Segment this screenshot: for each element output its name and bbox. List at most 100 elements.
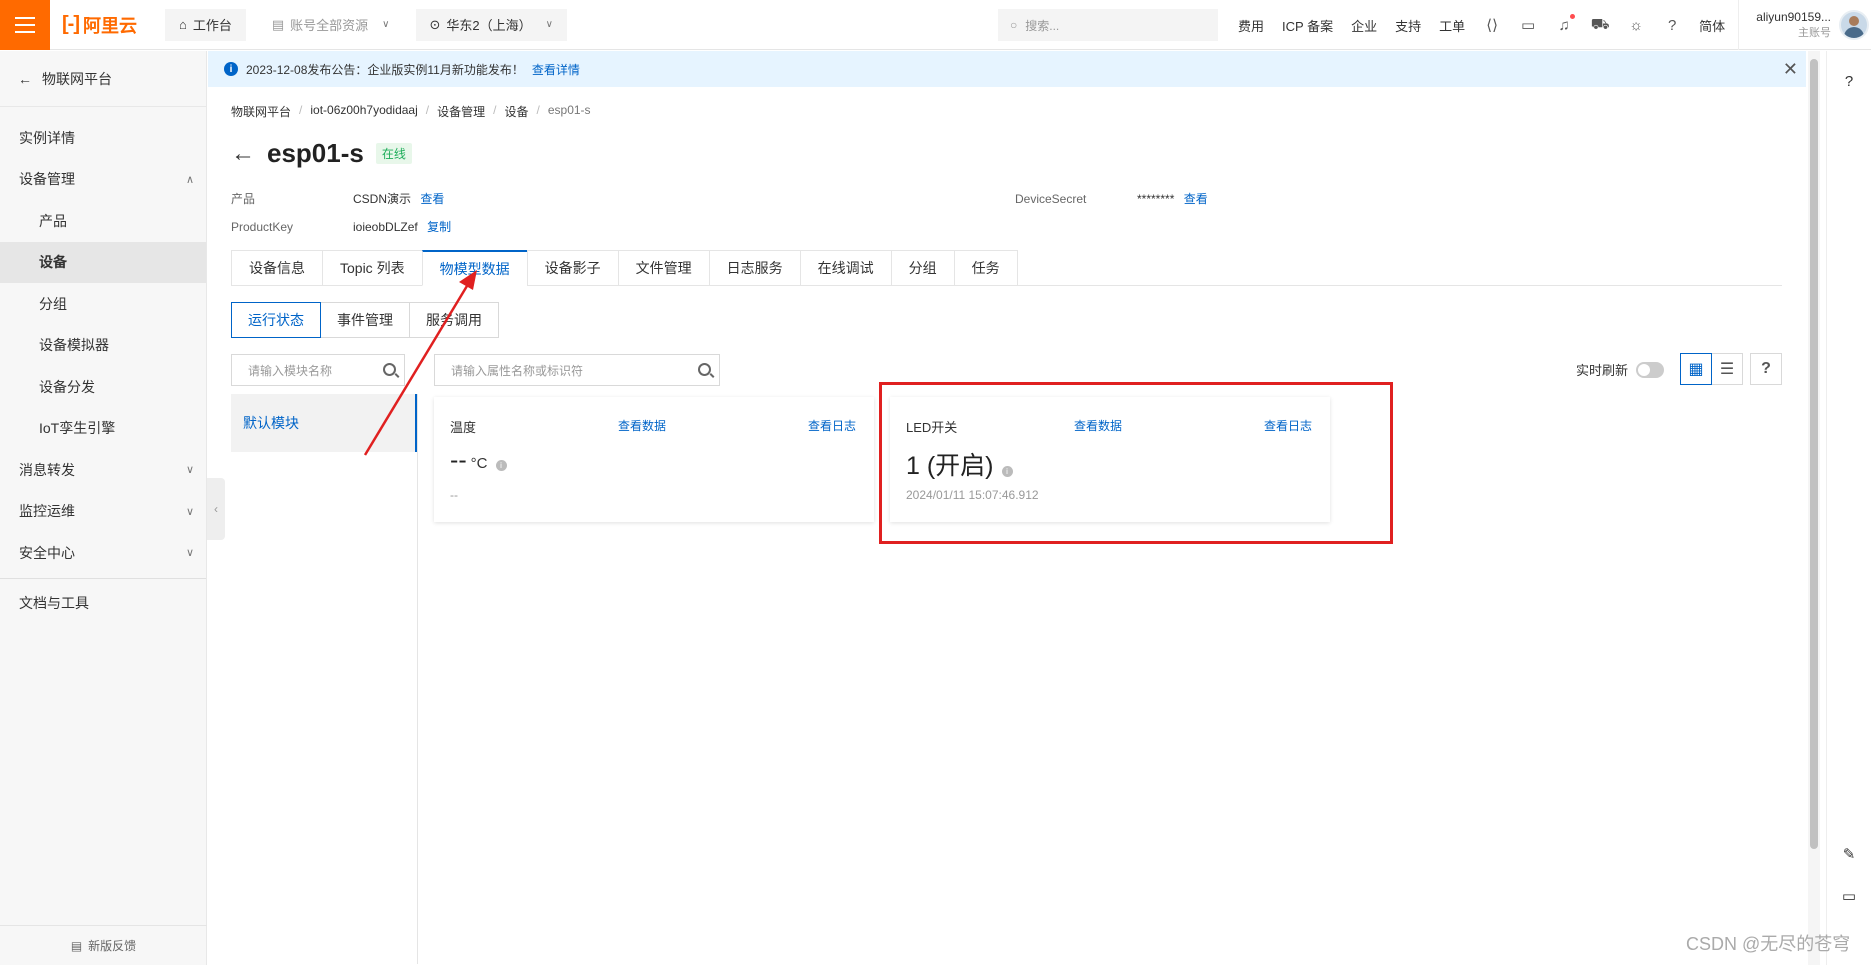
workbench-button[interactable]: ⌂ 工作台 xyxy=(164,8,246,41)
sidebar-item-device[interactable]: 设备 xyxy=(0,241,206,283)
tab-device-info[interactable]: 设备信息 xyxy=(231,250,322,286)
chevron-down-icon: ∨ xyxy=(185,505,194,518)
sidebar-back-label: 物联网平台 xyxy=(42,70,112,87)
tab-online-debug[interactable]: 在线调试 xyxy=(799,250,891,286)
property-card-temperature: 温度 查看数据 查看日志 -- °C i -- xyxy=(434,397,874,522)
global-search-input[interactable]: ○ 搜索... xyxy=(998,9,1218,41)
annotation-highlight-box xyxy=(879,382,1393,544)
sidebar-item-device-mgmt[interactable]: 设备管理 ∧ xyxy=(0,159,206,201)
list-view-icon[interactable]: ☰ xyxy=(1711,353,1743,385)
view-secret-link[interactable]: 查看 xyxy=(1184,192,1208,206)
breadcrumb: 物联网平台 / iot-06z00h7yodidaaj / 设备管理 / 设备 / es… xyxy=(231,103,591,120)
sidebar-item-product[interactable]: 产品 xyxy=(0,200,206,242)
back-arrow-icon[interactable]: ← xyxy=(231,140,255,168)
module-search-placeholder: 请输入模块名称 xyxy=(248,363,333,378)
lightbulb-icon[interactable]: ☼ xyxy=(1627,16,1645,34)
tab-file-mgmt[interactable]: 文件管理 xyxy=(617,250,709,286)
subtab-runtime-status[interactable]: 运行状态 xyxy=(231,302,321,338)
breadcrumb-item[interactable]: 设备管理 xyxy=(437,103,485,120)
sidebar-item-security[interactable]: 安全中心 ∨ xyxy=(0,532,206,574)
chevron-down-icon: ∨ xyxy=(185,464,194,477)
sidebar-item-simulator[interactable]: 设备模拟器 xyxy=(0,325,206,367)
sidebar-back-button[interactable]: ← 物联网平台 xyxy=(0,51,206,107)
sidebar-divider xyxy=(0,577,206,579)
aliyun-logo[interactable]: [-] 阿里云 xyxy=(50,0,153,50)
account-type: 主账号 xyxy=(1798,27,1831,39)
help-icon[interactable]: ? xyxy=(1663,16,1681,34)
sidebar-item-twin-engine[interactable]: IoT孪生引擎 xyxy=(0,408,206,450)
sidebar-item-docs-tools[interactable]: 文档与工具 xyxy=(0,583,206,625)
sidebar-item-distribution[interactable]: 设备分发 xyxy=(0,366,206,408)
cart-icon[interactable]: ⛟ xyxy=(1591,16,1610,34)
language-switch[interactable]: 简体 xyxy=(1699,16,1725,35)
code-icon[interactable]: ⟨⟩ xyxy=(1483,16,1501,34)
link-support[interactable]: 支持 xyxy=(1395,16,1421,35)
view-log-link[interactable]: 查看日志 xyxy=(808,417,856,434)
annotation-arrow-icon xyxy=(363,270,477,456)
watermark: CSDN @无尽的苍穹 xyxy=(1686,934,1851,954)
page-title: esp01-s xyxy=(267,138,364,168)
close-icon[interactable]: ✕ xyxy=(1783,59,1798,80)
view-data-link[interactable]: 查看数据 xyxy=(618,417,666,434)
sidebar-item-group[interactable]: 分组 xyxy=(0,283,206,325)
property-timestamp: -- xyxy=(450,488,458,502)
info-icon[interactable]: i xyxy=(495,460,507,471)
tab-task[interactable]: 任务 xyxy=(953,250,1018,286)
terminal-icon[interactable]: ▭ xyxy=(1519,16,1537,34)
help-button[interactable]: ? xyxy=(1750,353,1782,385)
right-rail: ? ✎ ▭ xyxy=(1826,51,1871,965)
meta-label: DeviceSecret xyxy=(1015,192,1087,206)
breadcrumb-item[interactable]: 物联网平台 xyxy=(231,103,291,120)
avatar[interactable] xyxy=(1839,10,1869,40)
link-ticket[interactable]: 工单 xyxy=(1439,16,1465,35)
copy-productkey-link[interactable]: 复制 xyxy=(427,220,451,234)
brand-name: 阿里云 xyxy=(82,15,137,36)
link-icp[interactable]: ICP 备案 xyxy=(1282,16,1333,35)
tab-group[interactable]: 分组 xyxy=(890,250,954,286)
list-icon: ▤ xyxy=(271,16,285,32)
sidebar-collapse-handle[interactable]: ‹ xyxy=(207,478,225,540)
meta-productkey: ProductKey ioieobDLZef 复制 xyxy=(231,218,451,235)
scrollbar-thumb[interactable] xyxy=(1810,59,1818,849)
chevron-down-icon: ∨ xyxy=(545,19,553,30)
realtime-label: 实时刷新 xyxy=(1576,363,1629,378)
view-product-link[interactable]: 查看 xyxy=(420,192,444,206)
breadcrumb-item[interactable]: iot-06z00h7yodidaaj xyxy=(310,103,417,120)
top-links: 费用 ICP 备案 企业 支持 工单 ⟨⟩ ▭ ♫ ⛟ ☼ ? 简体 xyxy=(1238,0,1725,50)
announcement-link[interactable]: 查看详情 xyxy=(532,61,580,78)
aliyun-logo-icon: [-] xyxy=(62,13,80,35)
hamburger-menu-button[interactable] xyxy=(0,0,50,50)
sidebar-item-monitoring[interactable]: 监控运维 ∨ xyxy=(0,491,206,533)
link-fees[interactable]: 费用 xyxy=(1238,16,1264,35)
breadcrumb-item[interactable]: 设备 xyxy=(504,103,528,120)
tab-device-shadow[interactable]: 设备影子 xyxy=(526,250,618,286)
workbench-label: 工作台 xyxy=(192,18,232,33)
location-icon: ⊙ xyxy=(429,16,441,32)
user-menu[interactable]: aliyun90159... 主账号 xyxy=(1738,0,1871,50)
region-select[interactable]: ⊙ 华东2（上海） ∨ xyxy=(415,8,567,41)
status-badge: 在线 xyxy=(375,143,412,164)
bell-icon[interactable]: ♫ xyxy=(1555,14,1576,34)
chevron-down-icon: ∨ xyxy=(382,19,390,30)
module-list: 默认模块 xyxy=(231,394,418,964)
sidebar-item-instance[interactable]: 实例详情 xyxy=(0,117,206,159)
home-icon: ⌂ xyxy=(178,17,187,32)
sidebar-item-message-forward[interactable]: 消息转发 ∨ xyxy=(0,449,206,491)
grid-view-icon[interactable]: ▦ xyxy=(1680,353,1712,385)
announcement-bar: i 2023-12-08发布公告：企业版实例11月新功能发布！ 查看详情 ✕ xyxy=(208,51,1806,87)
resource-scope-select[interactable]: ▤ 账号全部资源 ∨ xyxy=(257,8,404,41)
username: aliyun90159... 主账号 xyxy=(1743,9,1831,41)
view-switch: ▦ ☰ xyxy=(1680,353,1743,385)
chevron-left-icon: ‹ xyxy=(214,502,218,516)
resource-scope-label: 账号全部资源 xyxy=(290,18,369,33)
feedback-button[interactable]: ▤ 新版反馈 xyxy=(0,925,207,965)
realtime-toggle[interactable] xyxy=(1636,361,1665,378)
edit-icon[interactable]: ✎ xyxy=(1839,844,1859,864)
tab-log-service[interactable]: 日志服务 xyxy=(708,250,800,286)
search-icon: ○ xyxy=(1010,18,1018,32)
help-circle-icon[interactable]: ? xyxy=(1839,71,1859,91)
question-icon: ? xyxy=(1761,360,1771,377)
chat-icon[interactable]: ▭ xyxy=(1839,886,1859,906)
link-enterprise[interactable]: 企业 xyxy=(1351,16,1377,35)
meta-label: 产品 xyxy=(231,192,256,206)
